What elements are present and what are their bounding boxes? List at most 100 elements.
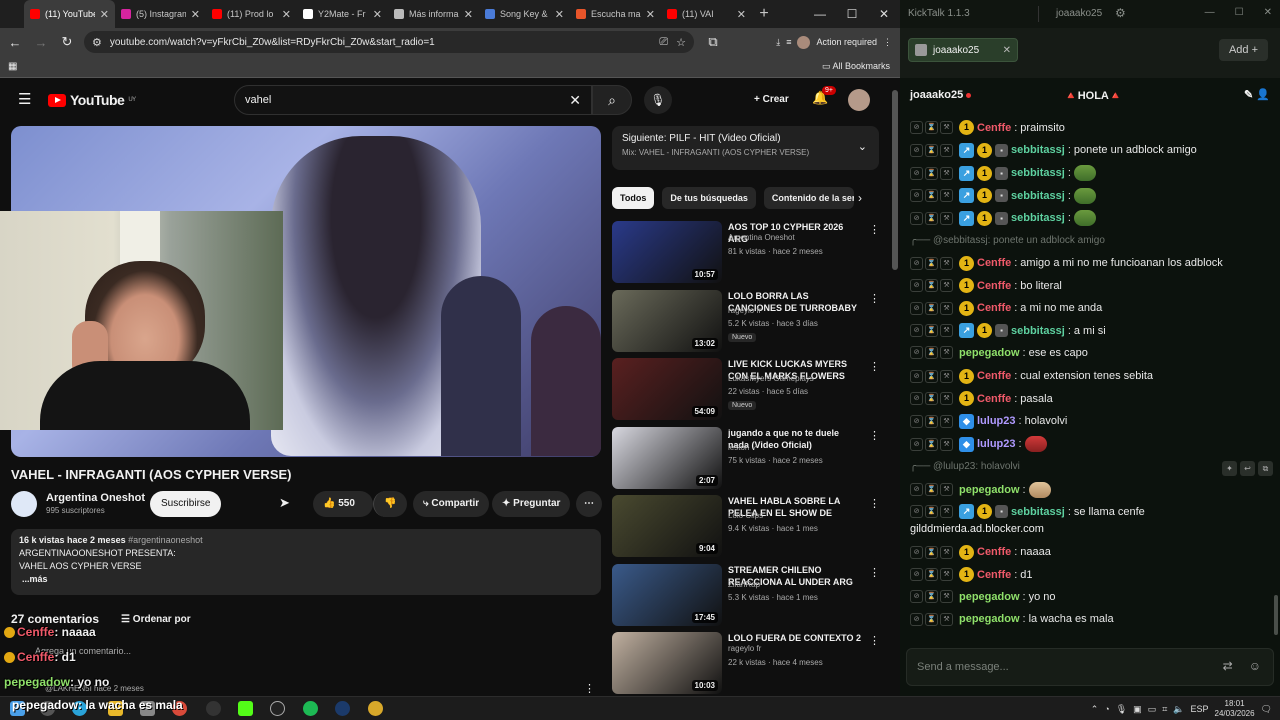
- hamburger-menu-icon[interactable]: ☰: [18, 90, 31, 108]
- chat-message[interactable]: ⊘ ⌛ ⚒ 1 Cenffe: cual extension tenes sebita: [910, 368, 1270, 384]
- media-icon[interactable]: ≡: [786, 37, 791, 47]
- chat-username[interactable]: pepegadow: [959, 613, 1020, 625]
- reply-context[interactable]: ╭── @sebbitassj: ponete un adblock amigo: [910, 235, 1105, 246]
- language-indicator[interactable]: ESP: [1191, 704, 1209, 714]
- hammer-icon[interactable]: ⚒: [940, 369, 953, 383]
- video-menu-icon[interactable]: ⋮: [869, 360, 880, 373]
- related-video-item[interactable]: 17:45 STREAMER CHILENO REACCIONA AL UNDER…: [612, 563, 882, 628]
- chat-message[interactable]: ⊘ ⌛ ⚒ ◆ lulup23: holavolvi: [910, 413, 1270, 429]
- ban-icon[interactable]: ⊘: [910, 121, 923, 134]
- volume-icon[interactable]: 🔈: [1173, 704, 1184, 715]
- chat-message[interactable]: ⊘ ⌛ ⚒ ↗ 1 ▪ sebbitassj:: [910, 187, 1270, 204]
- copy-icon[interactable]: ⧉: [1258, 461, 1273, 476]
- kick-icon[interactable]: [238, 701, 253, 716]
- app-tray-icon[interactable]: ▣: [1133, 704, 1142, 715]
- emote-icon[interactable]: [1073, 210, 1096, 227]
- timeout-icon[interactable]: ⌛: [925, 483, 938, 497]
- emote-icon[interactable]: [1024, 436, 1047, 453]
- browser-tab[interactable]: (5) Instagram ✕: [115, 0, 206, 28]
- hammer-icon[interactable]: ⚒: [940, 301, 953, 315]
- related-video-item[interactable]: 9:04 VAHEL HABLA SOBRE LA PELEA EN EL SHO…: [612, 495, 882, 559]
- chat-message[interactable]: ⊘ ⌛ ⚒ 1 Cenffe: naaaa: [910, 544, 1270, 560]
- ban-icon[interactable]: ⊘: [910, 324, 923, 338]
- hammer-icon[interactable]: ⚒: [940, 324, 953, 338]
- chat-message[interactable]: ⊘ ⌛ ⚒ pepegadow:: [910, 481, 1270, 498]
- related-video-item[interactable]: 13:02 LOLO BORRA LAS CANCIONES DE TURROBA…: [612, 289, 882, 354]
- browser-tab[interactable]: (11) Prod lo ✕: [206, 0, 297, 28]
- chat-username[interactable]: pepegadow: [959, 347, 1020, 359]
- hammer-icon[interactable]: ⚒: [940, 483, 953, 497]
- all-bookmarks-button[interactable]: ▭ All Bookmarks: [822, 61, 890, 72]
- action-required-button[interactable]: Action required: [816, 37, 877, 47]
- chat-message[interactable]: ⊘ ⌛ ⚒ 1 Cenffe: amigo a mi no me funcioanan l…: [910, 255, 1270, 271]
- chat-message[interactable]: ⊘ ⌛ ⚒ ↗ 1 ▪ sebbitassj: ponete un adblock amigo: [910, 142, 1270, 158]
- back-button[interactable]: ←: [4, 35, 26, 50]
- chat-username[interactable]: sebbitassj: [1011, 325, 1065, 337]
- more-actions-button[interactable]: ⋯: [576, 491, 602, 517]
- chat-username[interactable]: pepegadow: [959, 591, 1020, 603]
- video-menu-icon[interactable]: ⋮: [869, 497, 880, 510]
- close-tab-icon[interactable]: ✕: [555, 8, 564, 21]
- video-item-channel[interactable]: Lolo Clips: [728, 511, 763, 520]
- download-icon[interactable]: ⤓: [776, 37, 780, 48]
- chat-message[interactable]: ⊘ ⌛ ⚒ 1 Cenffe: praimsito: [910, 120, 1270, 135]
- hammer-icon[interactable]: ⚒: [940, 166, 953, 180]
- chat-username[interactable]: sebbitassj: [1011, 506, 1065, 518]
- hammer-icon[interactable]: ⚒: [940, 256, 953, 270]
- chat-message[interactable]: ⊘ ⌛ ⚒ ◆ lulup23:: [910, 436, 1270, 453]
- ban-icon[interactable]: ⊘: [910, 505, 923, 519]
- channel-avatar[interactable]: [11, 491, 37, 517]
- apps-icon[interactable]: ▦: [8, 61, 17, 72]
- chip-all[interactable]: Todos: [612, 187, 655, 209]
- hammer-icon[interactable]: ⚒: [940, 568, 953, 582]
- video-item-channel[interactable]: rageylo fr: [728, 306, 761, 315]
- microphone-icon[interactable]: 🎙: [1116, 704, 1127, 715]
- site-info-icon[interactable]: ⚙: [92, 36, 102, 49]
- minimize-button[interactable]: —: [804, 0, 836, 28]
- video-menu-icon[interactable]: ⋮: [869, 634, 880, 647]
- chat-username[interactable]: sebbitassj: [1011, 190, 1065, 202]
- ban-icon[interactable]: ⊘: [910, 545, 923, 559]
- ban-icon[interactable]: ⊘: [910, 346, 923, 359]
- hammer-icon[interactable]: ⚒: [940, 392, 953, 406]
- hammer-icon[interactable]: ⚒: [940, 414, 953, 428]
- hammer-icon[interactable]: ⚒: [940, 189, 953, 203]
- chip-searches[interactable]: De tus búsquedas: [662, 187, 756, 209]
- chat-username[interactable]: pepegadow: [959, 484, 1020, 496]
- chat-message[interactable]: ⊘ ⌛ ⚒ pepegadow: yo no: [910, 590, 1270, 603]
- translate-icon[interactable]: ⇄: [1223, 659, 1233, 673]
- chat-input[interactable]: Send a message... ⇄ ☺: [906, 648, 1274, 686]
- ban-icon[interactable]: ⊘: [910, 279, 923, 293]
- video-item-title[interactable]: LOLO FUERA DE CONTEXTO 2: [728, 632, 862, 644]
- chat-username[interactable]: lulup23: [977, 415, 1016, 427]
- ban-icon[interactable]: ⊘: [910, 256, 923, 270]
- notifications-icon[interactable]: 🗨: [1261, 704, 1272, 715]
- chat-username[interactable]: Cenffe: [977, 546, 1011, 558]
- close-tab-icon[interactable]: ✕: [191, 8, 200, 21]
- hammer-icon[interactable]: ⚒: [940, 211, 953, 225]
- ban-icon[interactable]: ⊘: [910, 189, 923, 203]
- close-tab-icon[interactable]: ✕: [1003, 45, 1011, 56]
- video-thumbnail[interactable]: 17:45: [612, 563, 722, 626]
- network-icon[interactable]: ⌗: [1162, 704, 1167, 715]
- video-item-channel[interactable]: Argentina Oneshot: [728, 233, 795, 242]
- minimize-button[interactable]: —: [1205, 7, 1215, 18]
- voice-search-button[interactable]: 🎙: [644, 86, 672, 114]
- chat-message[interactable]: ⊘ ⌛ ⚒ ↗ 1 ▪ sebbitassj: a mi si: [910, 323, 1270, 339]
- ban-icon[interactable]: ⊘: [910, 568, 923, 582]
- subscribe-button[interactable]: Suscribirse: [150, 491, 222, 517]
- video-thumbnail[interactable]: 54:09: [612, 358, 722, 420]
- reload-button[interactable]: ↻: [56, 34, 78, 50]
- chatgpt-icon[interactable]: [270, 701, 285, 716]
- close-tab-icon[interactable]: ✕: [646, 8, 655, 21]
- timeout-icon[interactable]: ⌛: [925, 505, 938, 519]
- chevron-right-icon[interactable]: ›: [858, 191, 862, 205]
- page-scrollbar[interactable]: [892, 90, 898, 270]
- chatroom-tab[interactable]: joaaako25 ✕: [908, 38, 1018, 62]
- search-input[interactable]: vahel ✕: [234, 85, 592, 115]
- chat-username[interactable]: Cenffe: [977, 257, 1011, 269]
- related-video-item[interactable]: 54:09 LIVE KICK LUCKAS MYERS CON EL MARKS…: [612, 358, 882, 422]
- video-item-channel[interactable]: ZilanRap: [728, 580, 760, 589]
- timeout-icon[interactable]: ⌛: [925, 121, 938, 134]
- timeout-icon[interactable]: ⌛: [925, 166, 938, 180]
